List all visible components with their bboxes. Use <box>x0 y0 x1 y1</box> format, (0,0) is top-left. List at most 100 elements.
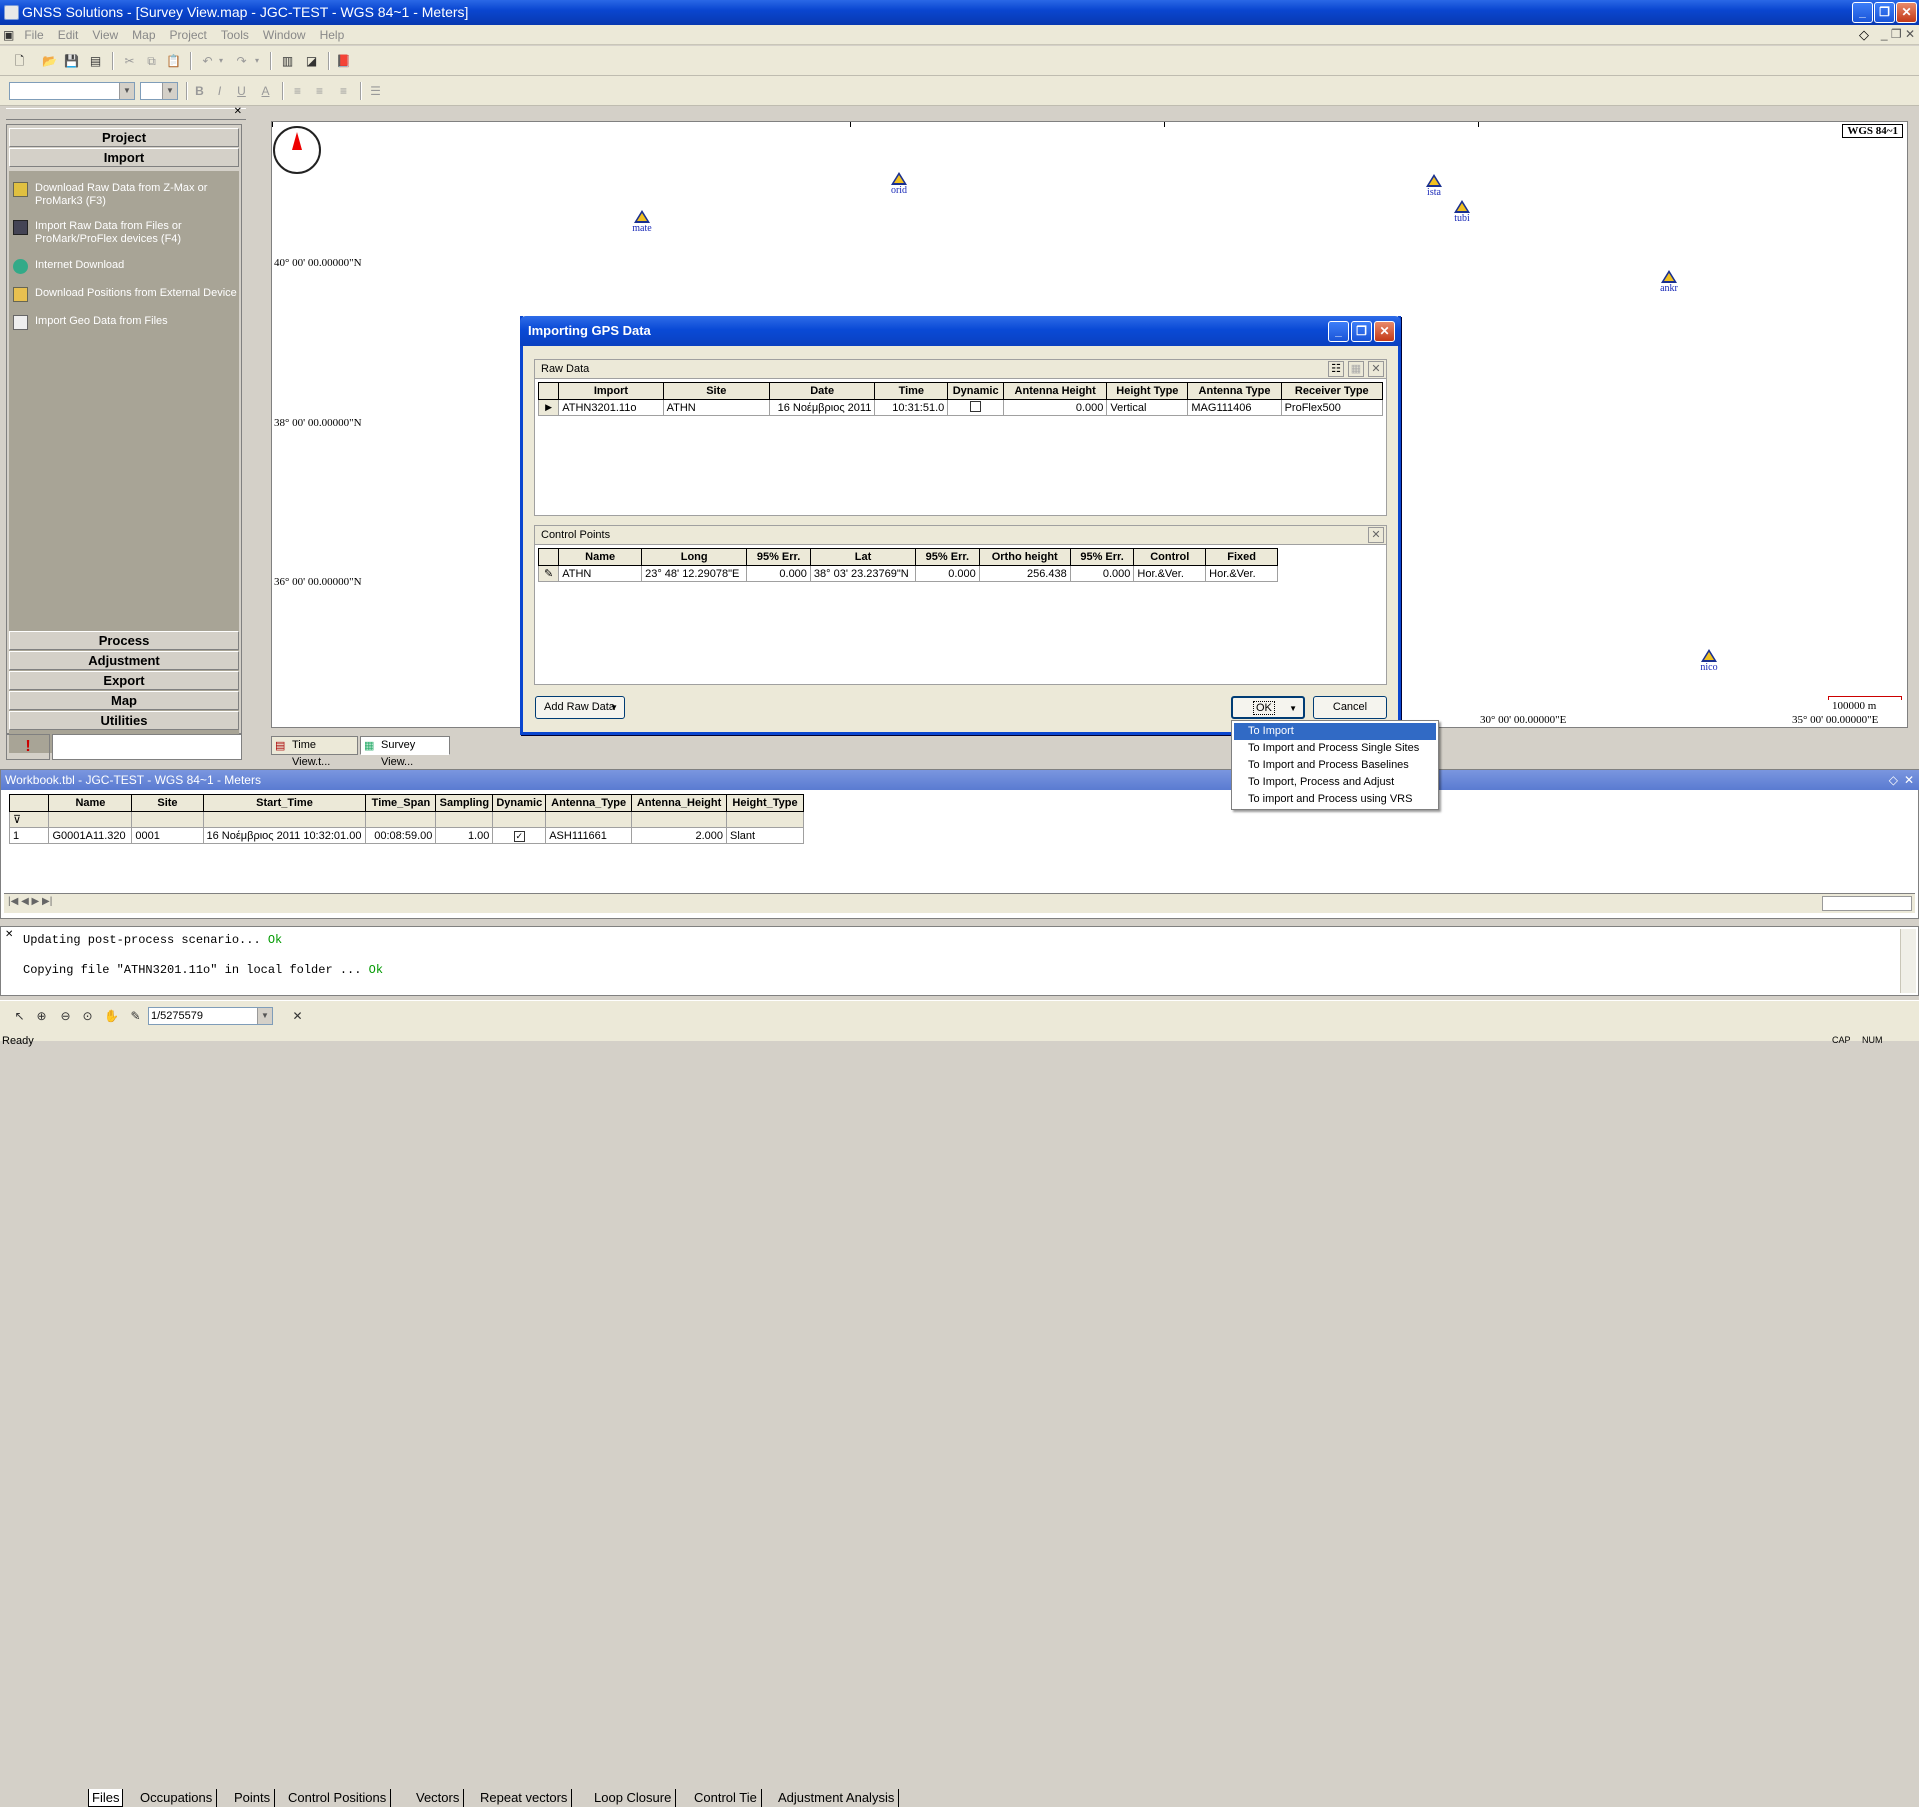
table-row[interactable]: 1 G0001A11.320 0001 16 Νοέμβριος 2011 10… <box>8 827 804 844</box>
col-header[interactable]: Height Type <box>1106 382 1189 400</box>
col-header[interactable]: Start_Time <box>202 794 367 812</box>
minimize-button[interactable]: _ <box>1328 321 1349 342</box>
station-marker[interactable]: nico <box>1689 649 1729 673</box>
col-header[interactable]: Control <box>1133 548 1207 566</box>
col-header[interactable]: Date <box>768 382 876 400</box>
italic-button[interactable]: I <box>210 81 229 100</box>
close-button[interactable]: ✕ <box>1896 2 1917 23</box>
horizontal-scrollbar[interactable] <box>1822 896 1912 911</box>
nav-import[interactable]: Import <box>9 148 239 167</box>
col-header[interactable]: Name <box>48 794 133 812</box>
copy-icon[interactable]: ⧉ <box>142 51 161 70</box>
col-header[interactable]: Receiver Type <box>1280 382 1384 400</box>
close-icon[interactable]: ✕ <box>1368 527 1384 543</box>
menu-window[interactable]: Window <box>256 25 313 45</box>
col-header[interactable]: 95% Err. <box>915 548 980 566</box>
cancel-button[interactable]: Cancel <box>1313 696 1387 719</box>
col-header[interactable]: Time <box>874 382 949 400</box>
tab-control-positions[interactable]: Control Positions <box>284 1789 392 1807</box>
font-combo[interactable]: ▼ <box>9 82 135 100</box>
menu-to-import[interactable]: To Import <box>1234 723 1436 740</box>
book-icon[interactable]: 📕 <box>334 51 353 70</box>
col-header[interactable]: Long <box>641 548 748 566</box>
bullets-icon[interactable]: ☰ <box>366 81 385 100</box>
align-right-icon[interactable]: ≡ <box>334 81 353 100</box>
alert-icon[interactable]: ! <box>6 734 50 760</box>
task-internet-download[interactable]: Internet Download <box>13 259 124 274</box>
add-raw-data-button[interactable]: Add Raw Data ▼ <box>535 696 625 719</box>
menu-import-process-single[interactable]: To Import and Process Single Sites <box>1234 740 1436 757</box>
size-combo[interactable]: ▼ <box>140 82 178 100</box>
table-row[interactable]: ▶ ATHN3201.11o ATHN 16 Νοέμβριος 2011 10… <box>537 399 1384 416</box>
col-header[interactable]: Lat <box>809 548 917 566</box>
tab-repeat-vectors[interactable]: Repeat vectors <box>476 1789 573 1807</box>
col-header[interactable]: Ortho height <box>978 548 1071 566</box>
tab-occupations[interactable]: Occupations <box>136 1789 218 1807</box>
task-import-raw[interactable]: Import Raw Data from Files or ProMark/Pr… <box>13 220 239 246</box>
undo-dropdown-icon[interactable]: ▾ <box>216 51 226 70</box>
task-download-positions[interactable]: Download Positions from External Device <box>13 287 237 302</box>
nav-adjustment[interactable]: Adjustment <box>9 651 239 670</box>
menu-file[interactable]: File <box>17 25 50 45</box>
minimize-button[interactable]: _ <box>1852 2 1873 23</box>
font-color-button[interactable]: A <box>256 81 275 100</box>
restore-icon[interactable]: ◇ <box>1889 770 1898 790</box>
ok-button[interactable]: OK ▼ <box>1231 696 1305 719</box>
col-header[interactable]: Antenna_Height <box>631 794 728 812</box>
menu-edit[interactable]: Edit <box>51 25 86 45</box>
close-icon[interactable]: ✕ <box>234 106 242 117</box>
pan-icon[interactable]: ✋ <box>102 1006 121 1025</box>
zoom-out-icon[interactable]: ⊖ <box>56 1006 75 1025</box>
close-icon[interactable]: ✕ <box>5 929 13 941</box>
maximize-button[interactable]: ❐ <box>1351 321 1372 342</box>
menu-import-process-baselines[interactable]: To Import and Process Baselines <box>1234 757 1436 774</box>
measure-icon[interactable]: ✎ <box>126 1006 145 1025</box>
underline-button[interactable]: U <box>232 81 251 100</box>
col-header[interactable]: Sampling <box>435 794 494 812</box>
cut-icon[interactable]: ✂ <box>120 51 139 70</box>
mdi-controls[interactable]: _ ❐ ✕ <box>1881 27 1915 41</box>
table-row[interactable]: ✎ ATHN 23° 48' 12.29078"E 0.000 38° 03' … <box>537 565 1278 582</box>
col-header[interactable]: Dynamic <box>492 794 547 812</box>
col-header[interactable]: Site <box>131 794 204 812</box>
station-marker[interactable]: orid <box>879 172 919 196</box>
open-icon[interactable]: 📂 <box>40 51 59 70</box>
scale-combo[interactable]: 1/5275579 ▼ <box>148 1007 273 1025</box>
paste-icon[interactable]: 📋 <box>164 51 183 70</box>
save-icon[interactable]: 💾 <box>62 51 81 70</box>
menu-tools[interactable]: Tools <box>214 25 256 45</box>
task-download-zmax[interactable]: Download Raw Data from Z-Max or ProMark3… <box>13 182 239 208</box>
nav-map[interactable]: Map <box>9 691 239 710</box>
col-header[interactable]: 95% Err. <box>1069 548 1135 566</box>
col-header[interactable]: Time_Span <box>365 794 437 812</box>
menu-map[interactable]: Map <box>125 25 162 45</box>
maximize-button[interactable]: ❐ <box>1874 2 1895 23</box>
tab-survey-view[interactable]: ▦ Survey View... <box>360 736 450 768</box>
close-icon[interactable]: ✕ <box>1904 770 1914 790</box>
grid-icon[interactable]: ▦ <box>1348 361 1364 377</box>
zoom-window-icon[interactable]: ◪ <box>302 51 321 70</box>
window-layout-icon[interactable]: ▥ <box>278 51 297 70</box>
bold-button[interactable]: B <box>190 81 209 100</box>
align-left-icon[interactable]: ≡ <box>288 81 307 100</box>
pointer-icon[interactable]: ↖ <box>10 1006 29 1025</box>
doc-icon[interactable]: ▣ <box>0 25 17 45</box>
tab-loop-closure[interactable]: Loop Closure <box>590 1789 677 1807</box>
nav-utilities[interactable]: Utilities <box>9 711 239 730</box>
menu-help[interactable]: Help <box>313 25 352 45</box>
new-icon[interactable]: 🗋 <box>10 51 29 70</box>
col-header[interactable]: Dynamic <box>947 382 1004 400</box>
panel-grip[interactable]: ✕ <box>6 106 246 120</box>
nav-export[interactable]: Export <box>9 671 239 690</box>
close-button[interactable]: ✕ <box>1374 321 1395 342</box>
properties-icon[interactable]: ☷ <box>1328 361 1344 377</box>
col-header[interactable]: Import <box>558 382 664 400</box>
redo-icon[interactable]: ↷ <box>232 51 251 70</box>
sheet-nav-icons[interactable]: |◀ ◀ ▶ ▶| <box>8 896 52 907</box>
redo-dropdown-icon[interactable]: ▾ <box>252 51 262 70</box>
tab-adjustment-analysis[interactable]: Adjustment Analysis <box>774 1789 900 1807</box>
col-header[interactable]: Antenna Type <box>1187 382 1282 400</box>
align-center-icon[interactable]: ≡ <box>310 81 329 100</box>
tab-time-view[interactable]: ▤ Time View.t... <box>271 736 358 768</box>
zoom-extent-icon[interactable]: ⊙ <box>78 1006 97 1025</box>
